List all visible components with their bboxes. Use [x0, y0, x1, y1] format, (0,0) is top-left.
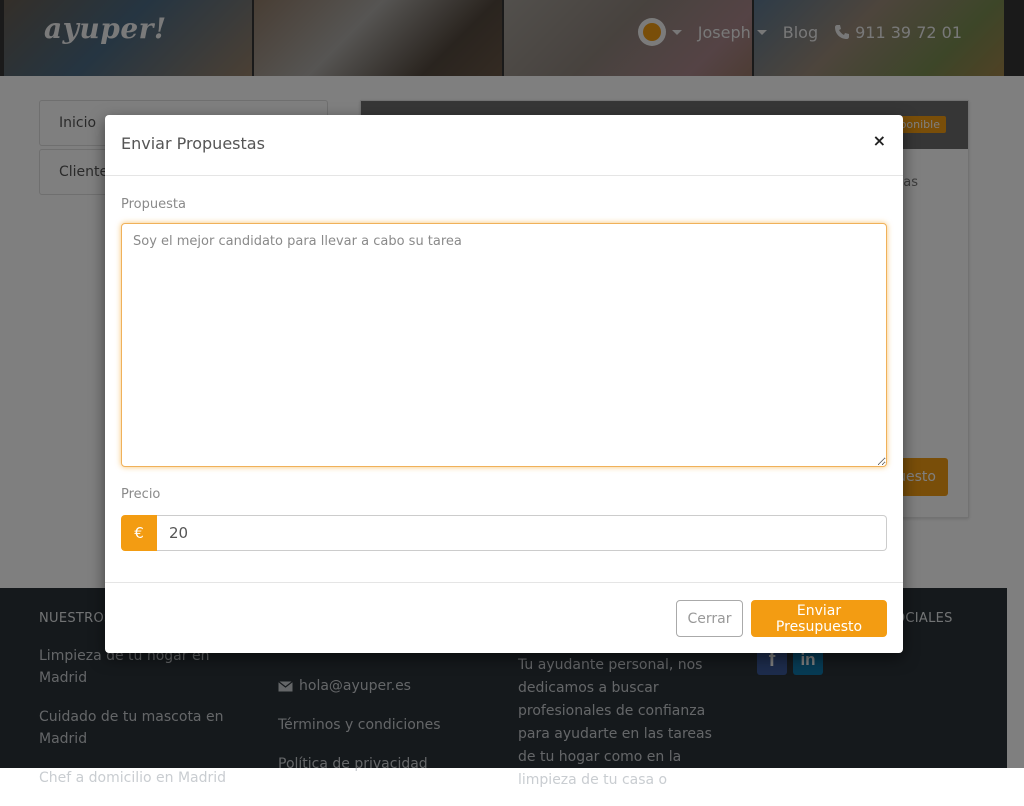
proposal-modal: Enviar Propuestas × Propuesta Precio € C… [105, 115, 903, 653]
price-input-group: € [121, 515, 887, 551]
cancel-button[interactable]: Cerrar [676, 600, 743, 637]
euro-icon: € [121, 515, 157, 551]
proposal-label: Propuesta [121, 197, 186, 212]
proposal-textarea[interactable] [121, 223, 887, 467]
price-label: Precio [121, 487, 161, 502]
modal-header: Enviar Propuestas × [105, 115, 903, 176]
modal-title: Enviar Propuestas [121, 134, 265, 153]
modal-body: Propuesta Precio € [121, 176, 887, 551]
close-icon[interactable]: × [873, 131, 886, 150]
modal-footer: Cerrar Enviar Presupuesto [105, 582, 903, 654]
footer-link-chef[interactable]: Chef a domicilio en Madrid [39, 767, 249, 789]
send-proposal-button[interactable]: Enviar Presupuesto [751, 600, 887, 637]
price-input[interactable] [157, 515, 887, 551]
